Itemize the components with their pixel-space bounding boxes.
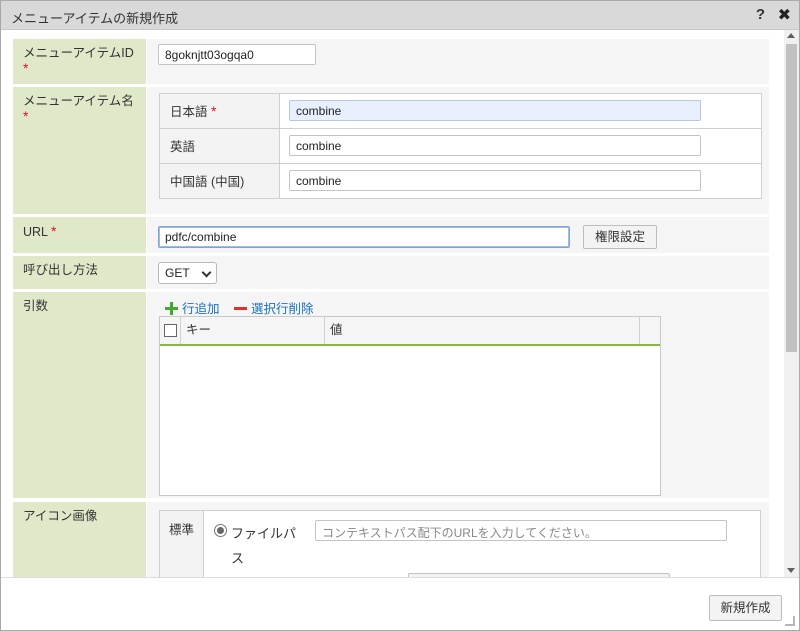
row-icon-image: アイコン画像 標準 ファイルパス コンテキストパス配下のURLを入力してください… bbox=[13, 502, 769, 577]
column-key[interactable]: キー bbox=[181, 317, 325, 344]
delete-selected-rows-button[interactable]: 選択行削除 bbox=[234, 298, 314, 317]
label-cell: URL * bbox=[13, 217, 147, 253]
name-en-field[interactable]: combine bbox=[289, 135, 701, 156]
lang-label-ja: 日本語 bbox=[170, 105, 208, 119]
row-menu-item-id: メニューアイテムID * 8goknjtt03ogqa0 bbox=[13, 39, 769, 84]
icon-image-label: アイコン画像 bbox=[23, 509, 98, 523]
standard-label: 標準 bbox=[169, 523, 195, 537]
grid-header: キー 値 bbox=[160, 317, 660, 346]
file-path-input[interactable]: コンテキストパス配下のURLを入力してください。 bbox=[315, 520, 727, 541]
lang-row-zh: 中国語 (中国) combine bbox=[160, 164, 761, 198]
required-mark: * bbox=[51, 223, 57, 239]
chevron-down-icon bbox=[201, 267, 212, 278]
file-path-label: ファイルパス bbox=[231, 526, 297, 566]
url-label: URL bbox=[23, 225, 48, 239]
menu-item-name-label: メニューアイテム名 bbox=[23, 94, 134, 108]
vertical-scrollbar[interactable] bbox=[784, 30, 799, 577]
icon-table: 標準 ファイルパス コンテキストパス配下のURLを入力してください。 bbox=[159, 510, 761, 577]
method-select[interactable]: GET bbox=[158, 262, 217, 284]
column-value[interactable]: 値 bbox=[325, 317, 640, 344]
name-ja-field[interactable]: combine bbox=[289, 100, 701, 121]
select-all-checkbox[interactable] bbox=[164, 324, 177, 337]
add-row-label: 行追加 bbox=[182, 302, 220, 316]
permission-settings-button[interactable]: 権限設定 bbox=[583, 225, 657, 249]
scroll-down-icon[interactable] bbox=[787, 568, 795, 573]
row-method: 呼び出し方法 GET bbox=[13, 256, 769, 289]
lang-row-ja: 日本語 * combine bbox=[160, 94, 761, 129]
language-table: 日本語 * combine 英語 combine 中国語 (中国) combin… bbox=[159, 93, 762, 199]
delete-selected-rows-label: 選択行削除 bbox=[251, 302, 314, 316]
dialog-title: メニューアイテムの新規作成 bbox=[11, 11, 179, 26]
scrollbar-thumb[interactable] bbox=[786, 44, 797, 352]
label-cell: メニューアイテムID * bbox=[13, 39, 147, 84]
lang-row-en: 英語 combine bbox=[160, 129, 761, 164]
menu-item-create-dialog: メニューアイテムの新規作成 ? ✖ メニューアイテムID * 8goknjtt0… bbox=[0, 0, 800, 631]
arguments-label: 引数 bbox=[23, 299, 49, 313]
scroll-up-icon[interactable] bbox=[787, 33, 795, 38]
create-button[interactable]: 新規作成 bbox=[709, 595, 782, 621]
dialog-content: メニューアイテムID * 8goknjtt03ogqa0 メニューアイテム名 *… bbox=[1, 30, 784, 577]
row-url: URL * pdfc/combine 権限設定 bbox=[13, 217, 769, 253]
arguments-grid: キー 値 bbox=[159, 316, 661, 496]
lang-label-en: 英語 bbox=[170, 140, 196, 154]
url-field[interactable]: pdfc/combine bbox=[158, 226, 570, 248]
label-cell: 呼び出し方法 bbox=[13, 256, 147, 289]
required-mark: * bbox=[23, 60, 29, 76]
add-row-button[interactable]: 行追加 bbox=[165, 298, 220, 317]
label-cell: 引数 bbox=[13, 292, 147, 498]
help-icon[interactable]: ? bbox=[756, 6, 765, 23]
label-cell: メニューアイテム名 * bbox=[13, 87, 147, 214]
label-cell: アイコン画像 bbox=[13, 502, 147, 577]
minus-icon bbox=[234, 307, 247, 310]
dialog-footer: 新規作成 bbox=[1, 577, 799, 630]
row-arguments: 引数 行追加 選択行削除 キー 値 bbox=[13, 292, 769, 498]
name-zh-field[interactable]: combine bbox=[289, 170, 701, 191]
method-select-value: GET bbox=[165, 266, 190, 280]
plus-icon bbox=[165, 302, 178, 315]
row-menu-item-name: メニューアイテム名 * 日本語 * combine 英語 combine 中国語… bbox=[13, 87, 769, 214]
menu-item-id-field[interactable]: 8goknjtt03ogqa0 bbox=[158, 44, 316, 65]
file-path-radio[interactable] bbox=[214, 524, 227, 537]
close-icon[interactable]: ✖ bbox=[778, 5, 791, 25]
resize-grip-icon[interactable] bbox=[785, 616, 795, 626]
lang-label-zh: 中国語 (中国) bbox=[170, 175, 245, 189]
required-mark: * bbox=[211, 103, 217, 119]
method-label: 呼び出し方法 bbox=[23, 263, 99, 277]
dialog-titlebar[interactable]: メニューアイテムの新規作成 ? ✖ bbox=[1, 1, 799, 30]
menu-item-id-label: メニューアイテムID bbox=[23, 46, 134, 60]
required-mark: * bbox=[23, 108, 29, 124]
